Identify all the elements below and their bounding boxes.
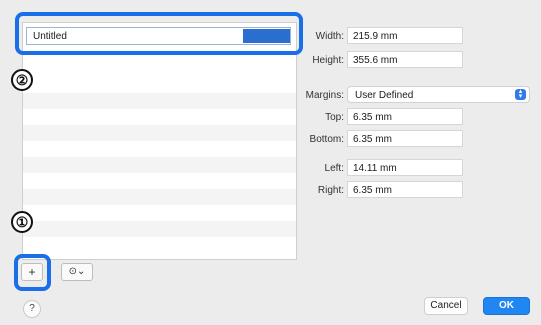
list-row xyxy=(23,189,296,205)
list-row xyxy=(23,157,296,173)
width-label: Width: xyxy=(315,31,344,42)
select-arrows-icon: ▴ ▾ xyxy=(515,88,526,100)
ok-button[interactable]: OK xyxy=(483,297,530,315)
cancel-button[interactable]: Cancel xyxy=(424,297,468,315)
bottom-margin-label: Bottom: xyxy=(309,134,344,145)
list-row xyxy=(23,125,296,141)
chevron-down-icon: ⌄ xyxy=(77,266,86,277)
top-margin-field[interactable]: 6.35 mm xyxy=(347,108,463,125)
list-row xyxy=(23,221,296,237)
step-badge-one: ① xyxy=(11,211,33,233)
left-margin-field[interactable]: 14.11 mm xyxy=(347,159,463,176)
action-menu-button[interactable]: ⊙⌄ xyxy=(61,263,93,281)
list-row xyxy=(23,93,296,109)
width-field[interactable]: 215.9 mm xyxy=(347,27,463,44)
margins-label: Margins: xyxy=(305,90,344,101)
top-margin-label: Top: xyxy=(325,112,344,123)
left-margin-label: Left: xyxy=(324,163,344,174)
margins-select[interactable]: User Defined ▴ ▾ xyxy=(347,86,530,103)
right-margin-label: Right: xyxy=(317,185,344,196)
margins-selected-value: User Defined xyxy=(355,90,414,101)
height-label: Height: xyxy=(312,55,344,66)
help-button[interactable]: ? xyxy=(23,300,41,318)
add-button-highlight xyxy=(14,254,51,291)
bottom-margin-field[interactable]: 6.35 mm xyxy=(347,130,463,147)
name-field-highlight xyxy=(15,12,303,55)
step-badge-two: ② xyxy=(11,69,33,91)
right-margin-field[interactable]: 6.35 mm xyxy=(347,181,463,198)
height-field[interactable]: 355.6 mm xyxy=(347,51,463,68)
paper-size-list[interactable] xyxy=(22,22,297,260)
gear-icon: ⊙ xyxy=(68,266,77,277)
